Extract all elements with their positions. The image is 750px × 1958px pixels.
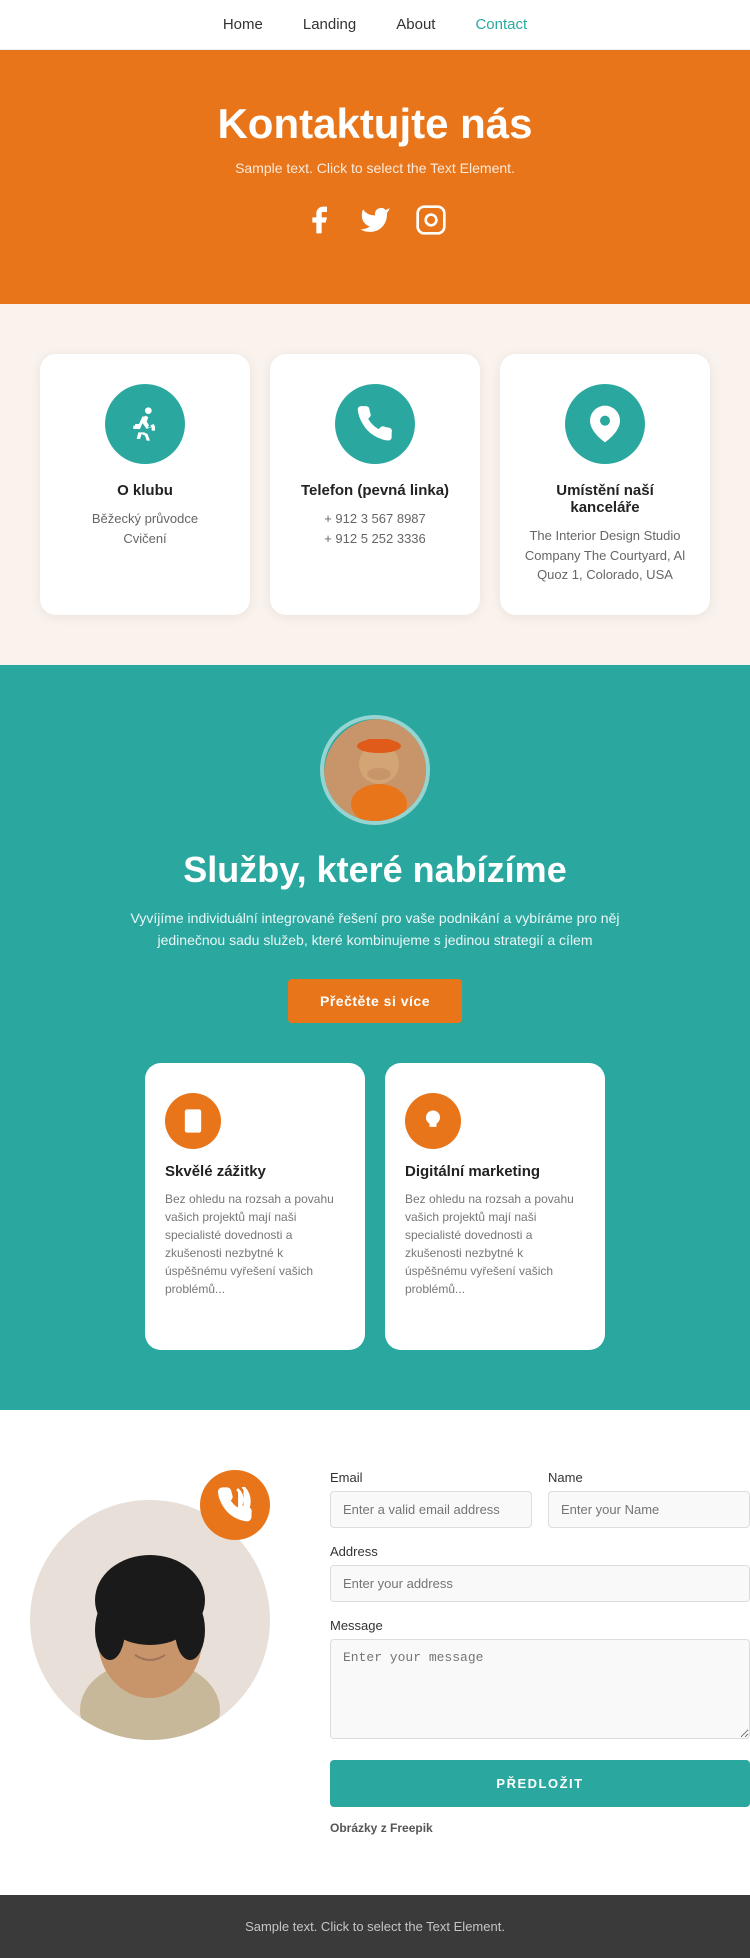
freepik-brand: Freepik [390,1821,433,1835]
name-input[interactable] [548,1491,750,1528]
name-label: Name [548,1470,750,1485]
service-card-experiences-desc: Bez ohledu na rozsah a povahu vašich pro… [165,1190,345,1298]
card-location-address: The Interior Design Studio Company The C… [520,526,690,585]
email-label: Email [330,1470,532,1485]
card-phone-numbers: + 912 3 567 8987+ 912 5 252 3336 [290,509,460,548]
bulb-icon [405,1093,461,1149]
navigation: Home Landing About Contact [0,0,750,50]
card-phone-title: Telefon (pevná linka) [290,482,460,499]
facebook-icon[interactable] [303,204,335,244]
service-card-marketing-title: Digitální marketing [405,1163,585,1180]
card-phone: Telefon (pevná linka) + 912 3 567 8987+ … [270,354,480,615]
nav-about[interactable]: About [396,16,435,33]
hero-subtitle: Sample text. Click to select the Text El… [20,160,730,176]
man-avatar [320,715,430,825]
contact-form: Email Name Address Message PŘEDLOŽIT Obr… [330,1470,750,1835]
service-card-marketing: Digitální marketing Bez ohledu na rozsah… [385,1063,605,1350]
contact-image [30,1470,300,1740]
submit-button[interactable]: PŘEDLOŽIT [330,1760,750,1807]
service-cards: Skvělé zážitky Bez ohledu na rozsah a po… [30,1063,720,1350]
address-group: Address [330,1544,750,1602]
footer-text: Sample text. Click to select the Text El… [24,1919,726,1934]
address-label: Address [330,1544,750,1559]
services-section: Služby, které nabízíme Vyvíjíme individu… [0,665,750,1411]
card-club-title: O klubu [60,482,230,499]
social-icons [20,204,730,244]
contact-section: Email Name Address Message PŘEDLOŽIT Obr… [0,1410,750,1895]
card-club-line1: Běžecký průvodceCvičení [60,509,230,548]
hero-section: Kontaktujte nás Sample text. Click to se… [0,50,750,304]
email-group: Email [330,1470,532,1528]
message-group: Message [330,1618,750,1744]
card-club: O klubu Běžecký průvodceCvičení [40,354,250,615]
services-description: Vyvíjíme individuální integrované řešení… [125,907,625,952]
card-location-title: Umístění naší kanceláře [520,482,690,516]
footer: Sample text. Click to select the Text El… [0,1895,750,1958]
mobile-icon [165,1093,221,1149]
phone-badge-icon [200,1470,270,1540]
hero-title: Kontaktujte nás [20,100,730,148]
service-card-marketing-desc: Bez ohledu na rozsah a povahu vašich pro… [405,1190,585,1298]
email-input[interactable] [330,1491,532,1528]
form-row-email-name: Email Name [330,1470,750,1528]
instagram-icon[interactable] [415,204,447,244]
address-input[interactable] [330,1565,750,1602]
message-textarea[interactable] [330,1639,750,1739]
name-group: Name [548,1470,750,1528]
services-read-more-button[interactable]: Přečtěte si více [288,979,462,1023]
message-label: Message [330,1618,750,1633]
freepik-note-text: Obrázky z [330,1821,387,1835]
services-title: Služby, které nabízíme [30,849,720,891]
service-card-experiences: Skvělé zážitky Bez ohledu na rozsah a po… [145,1063,365,1350]
twitter-icon[interactable] [359,204,391,244]
nav-landing[interactable]: Landing [303,16,356,33]
location-icon [565,384,645,464]
cards-section: O klubu Běžecký průvodceCvičení Telefon … [0,304,750,665]
nav-home[interactable]: Home [223,16,263,33]
freepik-note: Obrázky z Freepik [330,1821,750,1835]
card-location: Umístění naší kanceláře The Interior Des… [500,354,710,615]
phone-icon [335,384,415,464]
nav-contact[interactable]: Contact [475,16,527,33]
runner-icon [105,384,185,464]
service-card-experiences-title: Skvělé zážitky [165,1163,345,1180]
